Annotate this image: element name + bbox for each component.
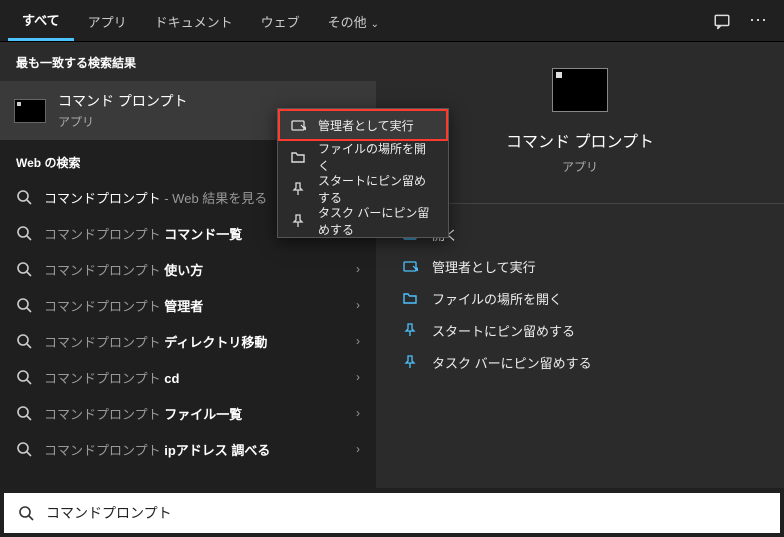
action-open-location-label: ファイルの場所を開く: [432, 289, 562, 308]
action-run-admin[interactable]: 管理者として実行: [376, 250, 784, 282]
pin-icon: [290, 213, 306, 229]
search-icon: [16, 369, 32, 385]
search-icon: [16, 405, 32, 421]
tab-apps[interactable]: アプリ: [74, 2, 141, 40]
search-icon: [16, 441, 32, 457]
ctx-pin-taskbar-label: タスク バーにピン留めする: [318, 204, 436, 238]
pin-icon: [402, 322, 418, 338]
best-match-title: コマンド プロンプト: [58, 91, 187, 111]
suggestion-text: コマンドプロンプト cd: [44, 368, 179, 387]
chevron-down-icon: ⌄: [371, 19, 379, 30]
ctx-pin-start-label: スタートにピン留めする: [318, 172, 436, 206]
action-pin-taskbar-label: タスク バーにピン留めする: [432, 353, 592, 372]
search-icon: [18, 505, 34, 521]
suggestion-text: コマンドプロンプト 管理者: [44, 296, 203, 315]
ctx-open-location-label: ファイルの場所を開く: [318, 140, 436, 174]
search-input[interactable]: [46, 505, 766, 521]
admin-icon: [402, 258, 418, 274]
preview-title: コマンド プロンプト: [506, 128, 654, 152]
action-open-location[interactable]: ファイルの場所を開く: [376, 282, 784, 314]
chevron-right-icon: ›: [356, 370, 360, 384]
pin-icon: [402, 354, 418, 370]
suggestion-item[interactable]: コマンドプロンプト ipアドレス 調べる ›: [0, 431, 376, 467]
chevron-right-icon: ›: [356, 262, 360, 276]
best-match-subtitle: アプリ: [58, 113, 187, 130]
chevron-right-icon: ›: [356, 442, 360, 456]
tab-web[interactable]: ウェブ: [247, 2, 314, 40]
search-icon: [16, 189, 32, 205]
suggestion-text: コマンドプロンプト ディレクトリ移動: [44, 332, 267, 351]
action-pin-start-label: スタートにピン留めする: [432, 321, 575, 340]
suggestion-item[interactable]: コマンドプロンプト cd ›: [0, 359, 376, 395]
ctx-pin-start[interactable]: スタートにピン留めする: [278, 173, 448, 205]
cmd-large-icon: [552, 68, 608, 112]
admin-icon: [290, 117, 306, 133]
action-pin-start[interactable]: スタートにピン留めする: [376, 314, 784, 346]
chevron-right-icon: ›: [356, 298, 360, 312]
search-icon: [16, 225, 32, 241]
tab-documents[interactable]: ドキュメント: [141, 2, 247, 40]
ctx-pin-taskbar[interactable]: タスク バーにピン留めする: [278, 205, 448, 237]
search-icon: [16, 261, 32, 277]
suggestion-item[interactable]: コマンドプロンプト ファイル一覧 ›: [0, 395, 376, 431]
search-icon: [16, 297, 32, 313]
preview-subtitle: アプリ: [562, 158, 598, 175]
action-pin-taskbar[interactable]: タスク バーにピン留めする: [376, 346, 784, 378]
chevron-right-icon: ›: [356, 406, 360, 420]
feedback-icon[interactable]: [704, 12, 740, 30]
search-tabs: すべて アプリ ドキュメント ウェブ その他⌄ ⋯: [0, 0, 784, 42]
action-run-admin-label: 管理者として実行: [432, 257, 536, 276]
context-menu: 管理者として実行 ファイルの場所を開く スタートにピン留めする タスク バーにピ…: [277, 108, 449, 238]
ctx-open-location[interactable]: ファイルの場所を開く: [278, 141, 448, 173]
suggestion-text: コマンドプロンプト ipアドレス 調べる: [44, 440, 270, 459]
ctx-run-admin[interactable]: 管理者として実行: [278, 109, 448, 141]
best-match-header: 最も一致する検索結果: [0, 42, 376, 81]
suggestion-item[interactable]: コマンドプロンプト ディレクトリ移動 ›: [0, 323, 376, 359]
search-icon: [16, 333, 32, 349]
tab-more[interactable]: その他⌄: [314, 2, 393, 40]
tab-all[interactable]: すべて: [8, 0, 74, 41]
suggestion-text: コマンドプロンプト コマンド一覧: [44, 224, 242, 243]
folder-icon: [290, 149, 306, 165]
suggestion-item[interactable]: コマンドプロンプト 使い方 ›: [0, 251, 376, 287]
ctx-run-admin-label: 管理者として実行: [318, 117, 414, 134]
chevron-right-icon: ›: [356, 334, 360, 348]
suggestion-text: コマンドプロンプト 使い方: [44, 260, 203, 279]
pin-icon: [290, 181, 306, 197]
more-options-icon[interactable]: ⋯: [740, 10, 776, 31]
cmd-icon: [14, 99, 46, 123]
search-bar: [4, 493, 780, 533]
folder-icon: [402, 290, 418, 306]
suggestion-text: コマンドプロンプト - Web 結果を見る: [44, 188, 267, 207]
suggestion-text: コマンドプロンプト ファイル一覧: [44, 404, 242, 423]
suggestion-item[interactable]: コマンドプロンプト 管理者 ›: [0, 287, 376, 323]
